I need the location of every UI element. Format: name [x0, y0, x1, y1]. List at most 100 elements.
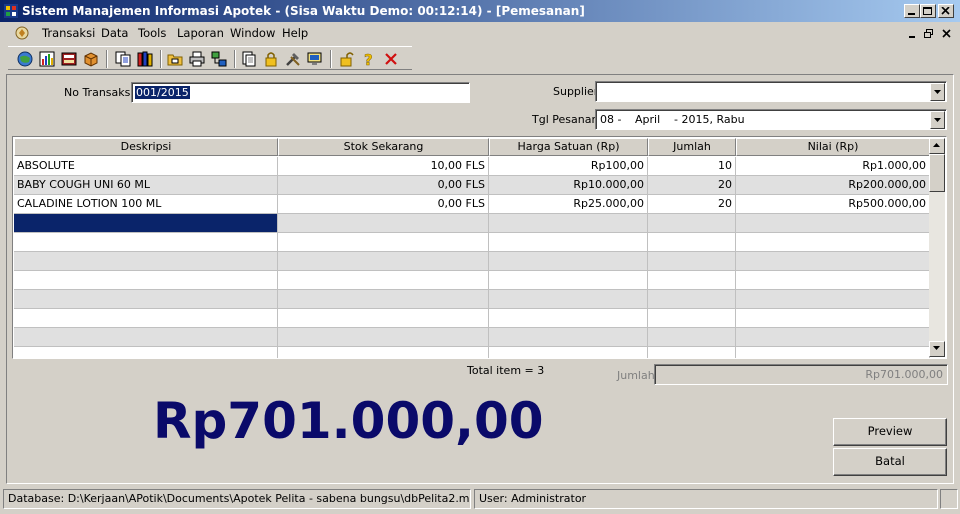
- cell-harga[interactable]: [489, 233, 648, 252]
- cell-deskripsi[interactable]: CALADINE LOTION 100 ML: [14, 195, 278, 214]
- cell-harga[interactable]: Rp100,00: [489, 157, 648, 176]
- date-dropdown-button[interactable]: [930, 111, 945, 129]
- cell-harga[interactable]: [489, 271, 648, 290]
- cell-deskripsi[interactable]: [14, 252, 278, 271]
- close-icon[interactable]: [382, 50, 400, 68]
- supplier-dropdown-button[interactable]: [930, 83, 945, 101]
- cell-nilai[interactable]: [736, 328, 930, 347]
- mdi-close-icon[interactable]: [941, 28, 953, 40]
- cell-jumlah[interactable]: [648, 252, 736, 271]
- report-icon[interactable]: [60, 50, 78, 68]
- cell-nilai[interactable]: [736, 290, 930, 309]
- menu-help[interactable]: Help: [282, 26, 308, 40]
- folder-icon[interactable]: [166, 50, 184, 68]
- cell-harga[interactable]: [489, 252, 648, 271]
- cell-nilai[interactable]: [736, 309, 930, 328]
- cell-jumlah[interactable]: [648, 290, 736, 309]
- close-window-button[interactable]: [938, 4, 954, 18]
- cell-deskripsi[interactable]: [14, 233, 278, 252]
- cell-jumlah[interactable]: [648, 347, 736, 358]
- scroll-thumb[interactable]: [929, 154, 945, 192]
- cell-harga[interactable]: [489, 214, 648, 233]
- cell-harga[interactable]: Rp25.000,00: [489, 195, 648, 214]
- menu-data[interactable]: Data: [101, 26, 128, 40]
- cell-harga[interactable]: [489, 290, 648, 309]
- cell-nilai[interactable]: [736, 271, 930, 290]
- minimize-button[interactable]: [904, 4, 920, 18]
- preview-button[interactable]: Preview: [833, 418, 947, 446]
- supplier-combobox[interactable]: [595, 81, 947, 102]
- cell-stok[interactable]: 0,00 FLS: [278, 176, 489, 195]
- copy-icon[interactable]: [114, 50, 132, 68]
- cell-stok[interactable]: [278, 271, 489, 290]
- cell-stok[interactable]: [278, 309, 489, 328]
- books-icon[interactable]: [136, 50, 154, 68]
- tools-icon[interactable]: [284, 50, 302, 68]
- no-transaksi-input[interactable]: 001/2015: [131, 82, 470, 103]
- box-icon[interactable]: [82, 50, 100, 68]
- cell-jumlah[interactable]: [648, 233, 736, 252]
- cell-deskripsi[interactable]: [14, 290, 278, 309]
- mdi-child-icon[interactable]: [14, 25, 30, 41]
- documents-icon[interactable]: [240, 50, 258, 68]
- column-header-nilai[interactable]: Nilai (Rp): [736, 138, 930, 156]
- table-row[interactable]: CALADINE LOTION 100 ML 0,00 FLS Rp25.000,0…: [14, 195, 930, 214]
- cell-harga[interactable]: [489, 328, 648, 347]
- cell-jumlah[interactable]: 20: [648, 195, 736, 214]
- cell-jumlah[interactable]: [648, 271, 736, 290]
- cell-nilai[interactable]: [736, 214, 930, 233]
- column-header-jumlah[interactable]: Jumlah: [648, 138, 736, 156]
- cell-deskripsi[interactable]: [14, 328, 278, 347]
- cell-stok[interactable]: [278, 214, 489, 233]
- cell-jumlah[interactable]: 20: [648, 176, 736, 195]
- network-icon[interactable]: [210, 50, 228, 68]
- cell-deskripsi[interactable]: [14, 271, 278, 290]
- cell-deskripsi[interactable]: ABSOLUTE: [14, 157, 278, 176]
- mdi-restore-icon[interactable]: [923, 28, 935, 40]
- mdi-minimize-icon[interactable]: [907, 28, 919, 40]
- table-row[interactable]: [14, 290, 930, 309]
- table-row[interactable]: [14, 233, 930, 252]
- table-row[interactable]: BABY COUGH UNI 60 ML 0,00 FLS Rp10.000,00 2…: [14, 176, 930, 195]
- menu-laporan[interactable]: Laporan: [177, 26, 224, 40]
- cell-deskripsi[interactable]: [14, 214, 278, 233]
- cell-jumlah[interactable]: [648, 214, 736, 233]
- help-icon[interactable]: ?: [360, 50, 378, 68]
- cell-harga[interactable]: [489, 309, 648, 328]
- table-row[interactable]: [14, 328, 930, 347]
- cell-nilai[interactable]: [736, 252, 930, 271]
- cell-deskripsi[interactable]: [14, 309, 278, 328]
- cell-nilai[interactable]: Rp500.000,00: [736, 195, 930, 214]
- maximize-button[interactable]: [920, 4, 936, 18]
- table-row[interactable]: [14, 309, 930, 328]
- cell-harga[interactable]: Rp10.000,00: [489, 176, 648, 195]
- globe-icon[interactable]: [16, 50, 34, 68]
- cell-jumlah[interactable]: [648, 328, 736, 347]
- lock-icon[interactable]: [262, 50, 280, 68]
- monitor-icon[interactable]: [306, 50, 324, 68]
- table-row[interactable]: [14, 252, 930, 271]
- cell-stok[interactable]: [278, 347, 489, 358]
- scroll-down-button[interactable]: [929, 341, 945, 357]
- order-grid[interactable]: Deskripsi Stok Sekarang Harga Satuan (Rp…: [12, 136, 947, 359]
- cell-stok[interactable]: 0,00 FLS: [278, 195, 489, 214]
- menu-transaksi[interactable]: Transaksi: [42, 26, 95, 40]
- cell-deskripsi[interactable]: BABY COUGH UNI 60 ML: [14, 176, 278, 195]
- title-bar[interactable]: Sistem Manajemen Informasi Apotek - (Sis…: [0, 0, 960, 22]
- table-row[interactable]: [14, 214, 930, 233]
- cell-nilai[interactable]: [736, 347, 930, 358]
- menu-window[interactable]: Window: [230, 26, 275, 40]
- cell-stok[interactable]: [278, 328, 489, 347]
- cell-deskripsi[interactable]: [14, 347, 278, 358]
- column-header-deskripsi[interactable]: Deskripsi: [14, 138, 278, 156]
- scroll-up-button[interactable]: [929, 138, 945, 154]
- table-row[interactable]: [14, 271, 930, 290]
- cell-stok[interactable]: 10,00 FLS: [278, 157, 489, 176]
- cell-stok[interactable]: [278, 290, 489, 309]
- batal-button[interactable]: Batal: [833, 448, 947, 476]
- cell-stok[interactable]: [278, 233, 489, 252]
- cell-jumlah[interactable]: 10: [648, 157, 736, 176]
- menu-tools[interactable]: Tools: [138, 26, 166, 40]
- cell-jumlah[interactable]: [648, 309, 736, 328]
- cell-stok[interactable]: [278, 252, 489, 271]
